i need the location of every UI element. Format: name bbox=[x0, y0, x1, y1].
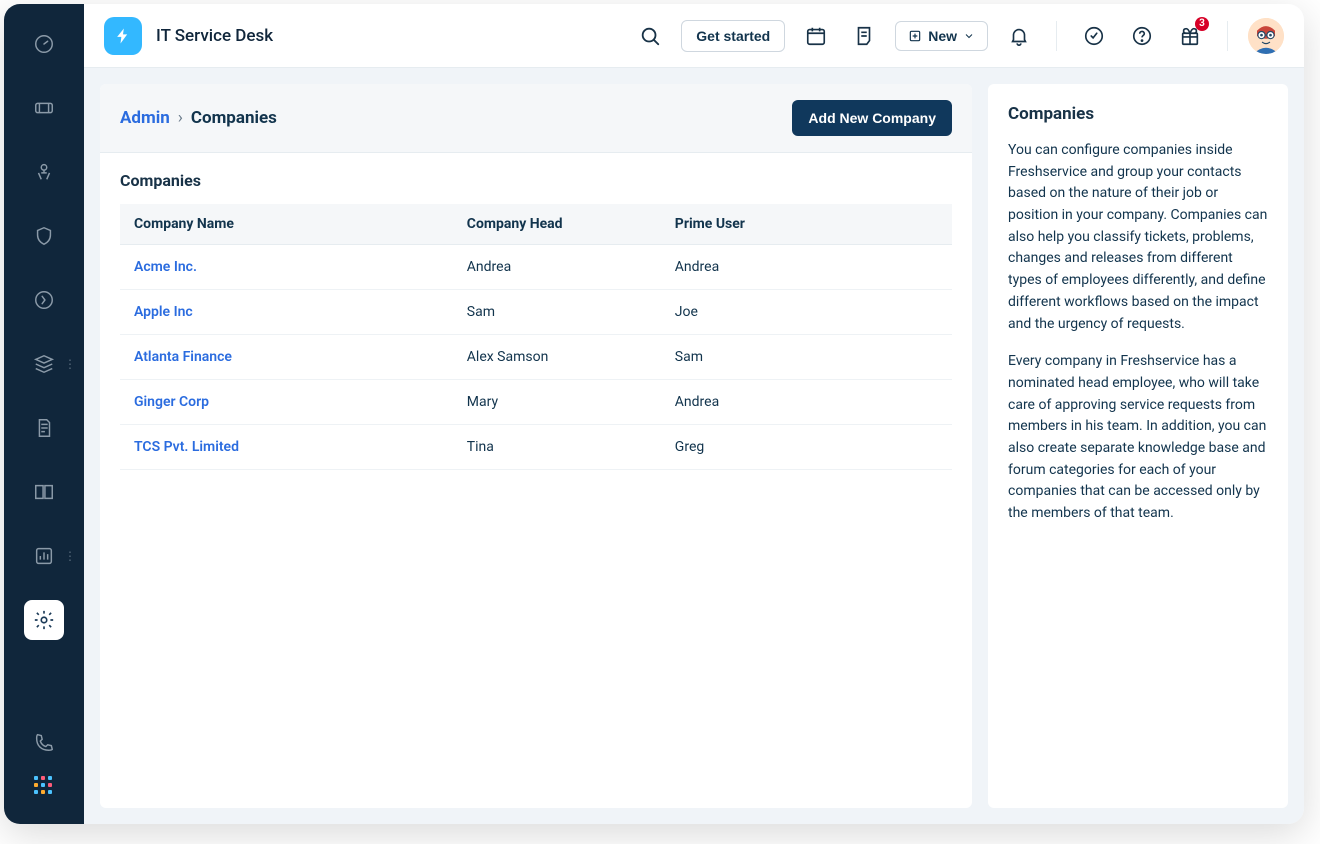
prime-user-cell: Sam bbox=[661, 335, 952, 380]
calendar-icon[interactable] bbox=[799, 19, 833, 53]
search-icon[interactable] bbox=[633, 19, 667, 53]
company-name-link[interactable]: Ginger Corp bbox=[120, 380, 453, 425]
topbar: IT Service Desk Get started New bbox=[84, 4, 1304, 68]
nav-contracts[interactable] bbox=[24, 408, 64, 448]
company-head-cell: Mary bbox=[453, 380, 661, 425]
announce-icon[interactable] bbox=[1077, 19, 1111, 53]
notes-icon[interactable] bbox=[847, 19, 881, 53]
company-name-link[interactable]: Acme Inc. bbox=[120, 245, 453, 290]
col-company-name: Company Name bbox=[120, 204, 453, 245]
nav-dashboard[interactable] bbox=[24, 24, 64, 64]
get-started-button[interactable]: Get started bbox=[681, 20, 785, 52]
col-company-head: Company Head bbox=[453, 204, 661, 245]
company-name-link[interactable]: Atlanta Finance bbox=[120, 335, 453, 380]
table-row[interactable]: Acme Inc.AndreaAndrea bbox=[120, 245, 952, 290]
nav-tickets[interactable] bbox=[24, 88, 64, 128]
nav-phone[interactable] bbox=[24, 730, 64, 754]
submenu-indicator-icon: ⋮ bbox=[64, 549, 76, 563]
add-company-button[interactable]: Add New Company bbox=[792, 100, 952, 136]
table-heading: Companies bbox=[120, 171, 952, 190]
company-name-link[interactable]: Apple Inc bbox=[120, 290, 453, 335]
main-area: IT Service Desk Get started New bbox=[84, 4, 1304, 824]
nav-rail: ⋮ ⋮ bbox=[4, 4, 84, 824]
bell-icon[interactable] bbox=[1002, 19, 1036, 53]
help-title: Companies bbox=[1008, 104, 1268, 124]
companies-table: Company Name Company Head Prime User Acm… bbox=[120, 204, 952, 470]
prime-user-cell: Joe bbox=[661, 290, 952, 335]
app-logo[interactable] bbox=[104, 17, 142, 55]
chevron-right-icon: › bbox=[178, 108, 183, 128]
table-row[interactable]: Ginger CorpMaryAndrea bbox=[120, 380, 952, 425]
submenu-indicator-icon: ⋮ bbox=[64, 357, 76, 371]
nav-solutions[interactable] bbox=[24, 472, 64, 512]
help-paragraph: Every company in Freshservice has a nomi… bbox=[1008, 351, 1268, 525]
help-panel: Companies You can configure companies in… bbox=[988, 84, 1288, 808]
company-head-cell: Alex Samson bbox=[453, 335, 661, 380]
help-icon[interactable] bbox=[1125, 19, 1159, 53]
company-name-link[interactable]: TCS Pvt. Limited bbox=[120, 425, 453, 470]
app-launcher-icon[interactable] bbox=[34, 776, 54, 796]
company-head-cell: Sam bbox=[453, 290, 661, 335]
breadcrumb-current: Companies bbox=[191, 108, 277, 128]
gift-badge: 3 bbox=[1195, 17, 1209, 31]
prime-user-cell: Andrea bbox=[661, 245, 952, 290]
company-head-cell: Andrea bbox=[453, 245, 661, 290]
breadcrumb: Admin › Companies bbox=[120, 108, 277, 128]
help-paragraph: You can configure companies inside Fresh… bbox=[1008, 140, 1268, 335]
nav-inventory[interactable]: ⋮ bbox=[24, 344, 64, 384]
nav-releases[interactable] bbox=[24, 280, 64, 320]
company-head-cell: Tina bbox=[453, 425, 661, 470]
prime-user-cell: Greg bbox=[661, 425, 952, 470]
col-prime-user: Prime User bbox=[661, 204, 952, 245]
breadcrumb-root[interactable]: Admin bbox=[120, 108, 170, 128]
table-row[interactable]: Atlanta FinanceAlex SamsonSam bbox=[120, 335, 952, 380]
table-row[interactable]: TCS Pvt. LimitedTinaGreg bbox=[120, 425, 952, 470]
nav-reports[interactable]: ⋮ bbox=[24, 536, 64, 576]
nav-admin[interactable] bbox=[24, 600, 64, 640]
prime-user-cell: Andrea bbox=[661, 380, 952, 425]
companies-panel: Admin › Companies Add New Company Compan… bbox=[100, 84, 972, 808]
nav-problems[interactable] bbox=[24, 152, 64, 192]
new-button[interactable]: New bbox=[895, 21, 988, 51]
table-row[interactable]: Apple IncSamJoe bbox=[120, 290, 952, 335]
nav-shield[interactable] bbox=[24, 216, 64, 256]
app-title: IT Service Desk bbox=[156, 26, 273, 46]
user-avatar[interactable] bbox=[1248, 18, 1284, 54]
breadcrumb-bar: Admin › Companies Add New Company bbox=[100, 84, 972, 153]
gift-icon[interactable]: 3 bbox=[1173, 19, 1207, 53]
